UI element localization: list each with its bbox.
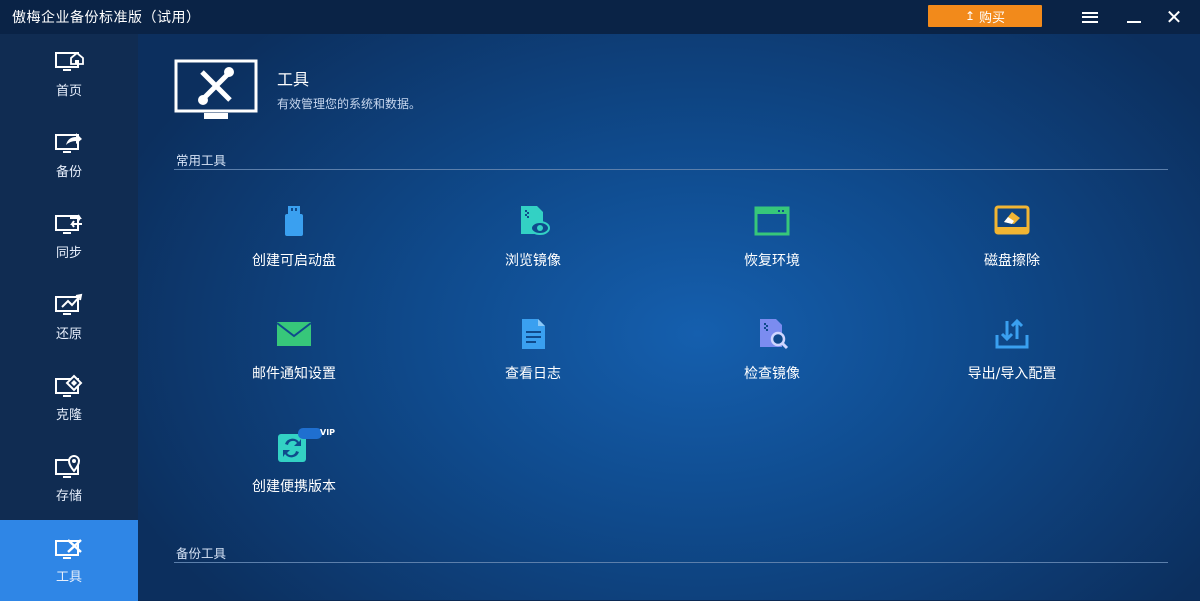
disk-wipe-icon xyxy=(994,205,1030,235)
menu-button[interactable] xyxy=(1070,0,1110,34)
tools-monitor-icon xyxy=(55,539,82,559)
sidebar-item-tools[interactable]: 工具 xyxy=(0,520,138,601)
tool-explore-image[interactable]: 浏览镜像 xyxy=(433,204,633,284)
usb-drive-icon xyxy=(285,206,303,236)
tool-email-notification[interactable]: 邮件通知设置 xyxy=(194,317,394,397)
tool-label: 导出/导入配置 xyxy=(967,366,1057,382)
restore-monitor-icon xyxy=(55,293,83,315)
tool-label: 创建便携版本 xyxy=(252,479,336,495)
minimize-button[interactable] xyxy=(1114,0,1154,34)
sidebar-item-home[interactable]: 首页 xyxy=(0,34,138,115)
sync-monitor-icon xyxy=(55,214,82,234)
export-import-icon xyxy=(995,318,1029,349)
app-title: 傲梅企业备份标准版（试用） xyxy=(12,10,201,26)
close-icon: ✕ xyxy=(1165,5,1183,29)
page-title: 工具 xyxy=(277,70,310,89)
sidebar-item-label: 存储 xyxy=(55,489,82,504)
log-document-icon xyxy=(522,319,545,349)
tool-create-bootable-media[interactable]: 创建可启动盘 xyxy=(194,204,394,284)
sidebar-item-backup[interactable]: 备份 xyxy=(0,115,138,196)
main-panel: 工具 有效管理您的系统和数据。 常用工具 创建可启动盘 浏览镜像 恢复环境 磁盘… xyxy=(138,34,1200,600)
sidebar-item-label: 还原 xyxy=(55,327,82,342)
buy-label: 购买 xyxy=(979,10,1006,26)
clone-monitor-icon xyxy=(55,374,83,397)
sidebar-item-label: 首页 xyxy=(55,84,82,99)
minimize-icon xyxy=(1127,21,1141,23)
tool-label: 查看日志 xyxy=(505,366,561,382)
tool-export-import-config[interactable]: 导出/导入配置 xyxy=(912,317,1112,397)
sidebar-item-clone[interactable]: 克隆 xyxy=(0,358,138,439)
tool-label: 邮件通知设置 xyxy=(252,366,336,382)
sidebar-item-restore[interactable]: 还原 xyxy=(0,277,138,358)
recovery-environment-icon xyxy=(754,206,790,236)
tool-disk-wipe[interactable]: 磁盘擦除 xyxy=(912,204,1112,284)
sidebar-item-sync[interactable]: 同步 xyxy=(0,196,138,277)
explore-image-icon xyxy=(521,206,550,235)
sidebar-item-storage[interactable]: 存储 xyxy=(0,439,138,520)
tool-create-portable-version[interactable]: VIP 创建便携版本 xyxy=(194,428,394,510)
check-image-icon xyxy=(760,319,789,350)
section-divider xyxy=(174,169,1168,170)
tool-label: 磁盘擦除 xyxy=(984,253,1040,269)
hamburger-icon xyxy=(1082,11,1098,23)
sidebar-item-label: 克隆 xyxy=(55,408,82,423)
tool-check-image[interactable]: 检查镜像 xyxy=(672,317,872,397)
close-button[interactable]: ✕ xyxy=(1154,0,1194,34)
portable-version-icon xyxy=(278,428,322,462)
buy-button[interactable]: ↥ 购买 xyxy=(928,5,1042,27)
tool-view-logs[interactable]: 查看日志 xyxy=(433,317,633,397)
tool-label: 检查镜像 xyxy=(744,366,800,382)
tool-label: 创建可启动盘 xyxy=(252,253,336,269)
section-divider xyxy=(174,562,1168,563)
tool-recovery-environment[interactable]: 恢复环境 xyxy=(672,204,872,284)
tool-label: 浏览镜像 xyxy=(505,253,561,269)
section-title-backup: 备份工具 xyxy=(176,546,227,561)
sidebar-item-label: 备份 xyxy=(55,165,82,180)
tool-label: 恢复环境 xyxy=(744,253,800,269)
vip-badge-label: VIP xyxy=(320,428,336,437)
tools-hero-icon xyxy=(174,59,258,119)
storage-location-icon xyxy=(55,455,81,478)
section-title-common: 常用工具 xyxy=(176,153,227,168)
sidebar-item-label: 同步 xyxy=(55,246,82,261)
sidebar-item-label: 工具 xyxy=(55,570,82,585)
mail-icon xyxy=(276,322,312,346)
backup-monitor-icon xyxy=(55,133,82,153)
title-bar: 傲梅企业备份标准版（试用） ↥ 购买 ✕ xyxy=(0,0,1200,34)
home-monitor-icon xyxy=(55,51,84,71)
vip-badge xyxy=(298,428,322,439)
upload-arrow-icon: ↥ xyxy=(964,9,976,23)
page-subtitle: 有效管理您的系统和数据。 xyxy=(277,97,422,111)
sidebar: 首页 备份 同步 还原 克隆 存储 工具 xyxy=(0,34,138,601)
